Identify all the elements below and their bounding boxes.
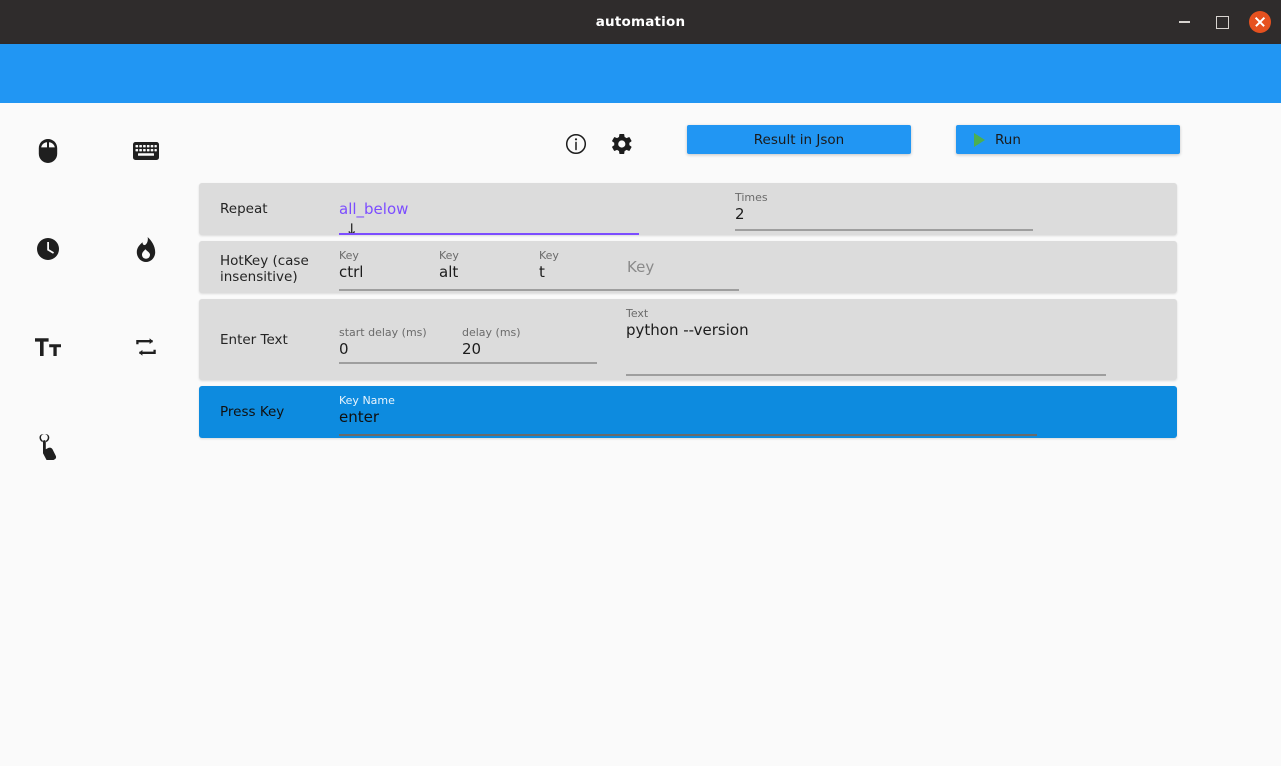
close-button[interactable] bbox=[1249, 11, 1271, 33]
touch-icon bbox=[38, 434, 58, 460]
page-body: Result in Json Run Repeat all_below ↓ Ti… bbox=[0, 103, 1281, 766]
action-rows-list: Repeat all_below ↓ Times 2 HotKey (case … bbox=[199, 183, 1177, 444]
text-value: python --version bbox=[626, 321, 749, 339]
hotkey-key-1-value: ctrl bbox=[339, 263, 364, 281]
hotkey-key-2-value: alt bbox=[439, 263, 459, 281]
info-icon bbox=[565, 133, 587, 159]
text-input[interactable]: Text python --version bbox=[626, 307, 1106, 340]
row-label-enter-text: Enter Text bbox=[220, 332, 288, 348]
minimize-button[interactable] bbox=[1173, 11, 1195, 33]
sidebar-item-mouse[interactable] bbox=[26, 129, 70, 173]
sidebar bbox=[0, 103, 199, 766]
times-underline bbox=[735, 229, 1033, 231]
hotkey-key-1-label: Key bbox=[339, 249, 359, 262]
times-label: Times bbox=[735, 191, 768, 204]
maximize-button[interactable] bbox=[1211, 11, 1233, 33]
app-banner bbox=[0, 44, 1281, 103]
start-delay-input[interactable]: start delay (ms) 0 bbox=[339, 326, 459, 359]
hotkey-key-2[interactable]: Key alt bbox=[439, 249, 537, 282]
hotkey-key-2-label: Key bbox=[439, 249, 459, 262]
action-row-press-key[interactable]: Press Key Key Name enter bbox=[199, 386, 1177, 438]
hotkey-key-4-placeholder: Key bbox=[627, 258, 655, 276]
key-name-label: Key Name bbox=[339, 394, 395, 407]
repeat-icon bbox=[134, 337, 158, 357]
sidebar-item-repeat[interactable] bbox=[124, 325, 168, 369]
mouse-icon bbox=[37, 139, 59, 163]
text-label: Text bbox=[626, 307, 649, 320]
sidebar-item-touch[interactable] bbox=[26, 425, 70, 469]
row-label-repeat: Repeat bbox=[220, 201, 268, 217]
info-button[interactable] bbox=[561, 131, 591, 161]
start-delay-value: 0 bbox=[339, 340, 349, 358]
times-input[interactable]: Times 2 bbox=[735, 191, 1035, 231]
play-icon bbox=[974, 132, 985, 147]
hotkey-key-1[interactable]: Key ctrl bbox=[339, 249, 437, 282]
toolbar: Result in Json Run bbox=[199, 118, 1199, 170]
sidebar-item-clock[interactable] bbox=[26, 227, 70, 271]
window-titlebar: automation bbox=[0, 0, 1281, 44]
delay-label: delay (ms) bbox=[462, 326, 521, 339]
window-controls bbox=[1173, 0, 1271, 44]
hotkey-key-3-label: Key bbox=[539, 249, 559, 262]
start-delay-label: start delay (ms) bbox=[339, 326, 427, 339]
fire-icon bbox=[135, 236, 157, 262]
repeat-mode-value: all_below bbox=[339, 200, 409, 218]
action-row-repeat[interactable]: Repeat all_below ↓ Times 2 bbox=[199, 183, 1177, 235]
result-in-json-button[interactable]: Result in Json bbox=[687, 125, 911, 154]
sidebar-item-keyboard[interactable] bbox=[124, 129, 168, 173]
key-name-value: enter bbox=[339, 408, 380, 426]
row-label-hotkey: HotKey (case insensitive) bbox=[220, 253, 309, 285]
delay-value: 20 bbox=[462, 340, 482, 358]
hotkey-key-3[interactable]: Key t bbox=[539, 249, 637, 282]
keyboard-icon bbox=[133, 142, 159, 160]
action-row-enter-text[interactable]: Enter Text start delay (ms) 0 delay (ms)… bbox=[199, 299, 1177, 380]
run-label: Run bbox=[995, 131, 1021, 148]
result-in-json-label: Result in Json bbox=[753, 131, 845, 148]
text-underline bbox=[626, 374, 1106, 376]
action-row-hotkey[interactable]: HotKey (case insensitive) Key ctrl Key a… bbox=[199, 241, 1177, 293]
run-button[interactable]: Run bbox=[956, 125, 1180, 154]
row-label-press-key: Press Key bbox=[220, 404, 285, 420]
hotkey-key-4[interactable]: Key bbox=[627, 257, 725, 277]
text-format-icon bbox=[35, 337, 61, 357]
delays-underline bbox=[339, 362, 597, 364]
key-name-input[interactable]: Key Name enter bbox=[339, 394, 1039, 427]
gear-icon bbox=[610, 133, 632, 159]
clock-icon bbox=[36, 237, 60, 261]
hotkey-underline bbox=[339, 289, 739, 291]
repeat-mode-underline bbox=[339, 233, 639, 235]
hotkey-key-3-value: t bbox=[539, 263, 545, 281]
sidebar-item-fire[interactable] bbox=[124, 227, 168, 271]
window-title: automation bbox=[595, 14, 686, 30]
sidebar-item-text-format[interactable] bbox=[26, 325, 70, 369]
repeat-mode-dropdown[interactable]: all_below ↓ bbox=[339, 199, 639, 235]
key-name-underline bbox=[339, 434, 1037, 436]
delay-input[interactable]: delay (ms) 20 bbox=[462, 326, 582, 359]
times-value: 2 bbox=[735, 205, 745, 223]
settings-button[interactable] bbox=[606, 131, 636, 161]
